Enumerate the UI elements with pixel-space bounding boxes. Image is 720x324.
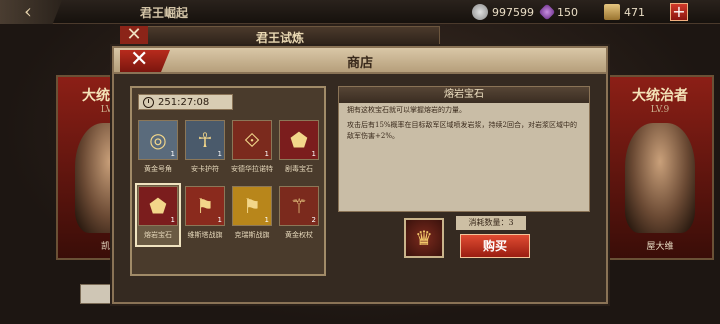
trial-close-button[interactable]: ✕ <box>120 26 148 46</box>
item-label: 维斯塔战旗 <box>187 231 223 239</box>
resource-value: 997599 <box>492 5 534 19</box>
item-count: 1 <box>311 150 316 158</box>
item-count: 1 <box>217 150 222 158</box>
item-label: 克瑞斯战旗 <box>234 231 270 239</box>
shop-item[interactable]: ⟐ 1 安德华拉诺特 <box>230 118 274 180</box>
shop-item[interactable]: ⚑ 1 克瑞斯战旗 <box>230 184 274 246</box>
shop-timer: 251:27:08 <box>138 94 233 110</box>
item-count: 1 <box>264 150 269 158</box>
ring-icon: ⟐ 1 <box>232 120 272 160</box>
red-gem-icon: ⬟ 1 <box>138 186 178 226</box>
shop-item[interactable]: ⚚ 2 黄金权杖 <box>277 184 321 246</box>
green-gem-icon: ⬟ 1 <box>279 120 319 160</box>
hero-card-right: 大统治者 LV.9 屋大维 <box>606 75 714 260</box>
item-count: 1 <box>170 216 175 224</box>
crystal-icon <box>538 3 556 21</box>
shop-item[interactable]: ☥ 1 安卡护符 <box>183 118 227 180</box>
ankh-icon: ☥ 1 <box>185 120 225 160</box>
horn-icon: ◎ 1 <box>138 120 178 160</box>
back-button[interactable]: ‹ <box>0 0 62 24</box>
crown-icon <box>604 4 620 20</box>
hero-card-level: LV.9 <box>650 105 670 115</box>
resource-value: 150 <box>557 5 578 19</box>
banner-icon: ⚑ 1 <box>185 186 225 226</box>
back-arrow-icon: ‹ <box>24 0 32 23</box>
timer-value: 251:27:08 <box>158 96 210 108</box>
shop-header: ✕ 商店 <box>114 48 606 74</box>
buy-area: ♛ 消耗数量：3 购买 <box>338 214 590 284</box>
item-count: 1 <box>170 150 175 158</box>
item-grid-panel: 251:27:08 ◎ 1 黄金号角 ☥ 1 安卡护符 ⟐ 1 安德华拉诺特 ⬟ 1 剧毒宝石 ⬟ 1 熔岩… <box>130 86 326 276</box>
coin-icon <box>472 4 488 20</box>
shop-title: 商店 <box>346 56 373 71</box>
item-grid: ◎ 1 黄金号角 ☥ 1 安卡护符 ⟐ 1 安德华拉诺特 ⬟ 1 剧毒宝石 ⬟ 1 熔岩宝石 ⚑ 1 维斯塔战旗 ⚑… <box>135 118 321 250</box>
item-count: 1 <box>264 216 269 224</box>
clock-icon <box>143 96 154 108</box>
item-label: 熔岩宝石 <box>144 231 172 239</box>
item-label: 黄金权杖 <box>285 231 313 239</box>
trial-header: 君王试炼 <box>120 26 440 46</box>
shop-item[interactable]: ⬟ 1 熔岩宝石 <box>135 183 181 247</box>
close-icon: ✕ <box>126 24 142 45</box>
banner-icon: ⚑ 1 <box>232 186 272 226</box>
scepter-icon: ⚚ 2 <box>279 186 319 226</box>
cost-label: 消耗数量：3 <box>456 216 526 230</box>
item-count: 2 <box>311 216 316 224</box>
shop-item[interactable]: ◎ 1 黄金号角 <box>136 118 180 180</box>
item-label: 安德华拉诺特 <box>231 165 273 173</box>
hero-card-name: 屋大维 <box>646 242 674 252</box>
item-detail-effect: 攻击后有15%概率在目标敌军区域喷发岩浆，持续2回合，对岩浆区域中的敌军伤害+2… <box>347 121 578 140</box>
shop-item[interactable]: ⬟ 1 剧毒宝石 <box>277 118 321 180</box>
resource-silver: 997599 <box>472 4 534 20</box>
hero-portrait <box>625 123 695 233</box>
add-resource-button[interactable]: + <box>670 3 688 21</box>
item-label: 剧毒宝石 <box>285 165 313 173</box>
top-bar: ‹ 君王崛起 997599 150 471 + <box>0 0 720 24</box>
item-count: 1 <box>217 216 222 224</box>
shop-modal: ✕ 商店 251:27:08 ◎ 1 黄金号角 ☥ 1 安卡护符 ⟐ 1 安德华拉诺特 ⬟ 1 剧毒宝… <box>112 46 608 304</box>
buy-button[interactable]: 购买 <box>460 234 530 258</box>
resource-value: 471 <box>624 5 645 19</box>
item-detail-panel: 熔岩宝石 拥有这枚宝石就可以掌握熔岩的力量。 攻击后有15%概率在目标敌军区域喷… <box>338 86 590 212</box>
hero-card-title: 大统治者 <box>632 88 688 104</box>
crown-icon: ♛ <box>404 218 444 258</box>
item-label: 安卡护符 <box>191 165 219 173</box>
resource-crown: 471 <box>604 4 645 20</box>
shop-item[interactable]: ⚑ 1 维斯塔战旗 <box>183 184 227 246</box>
item-label: 黄金号角 <box>144 165 172 173</box>
item-detail-desc: 拥有这枚宝石就可以掌握熔岩的力量。 <box>347 106 466 114</box>
trial-title: 君王试炼 <box>255 31 304 45</box>
item-detail-title: 熔岩宝石 <box>339 87 589 103</box>
page-title: 君王崛起 <box>140 6 189 20</box>
resource-gem: 150 <box>538 3 578 21</box>
